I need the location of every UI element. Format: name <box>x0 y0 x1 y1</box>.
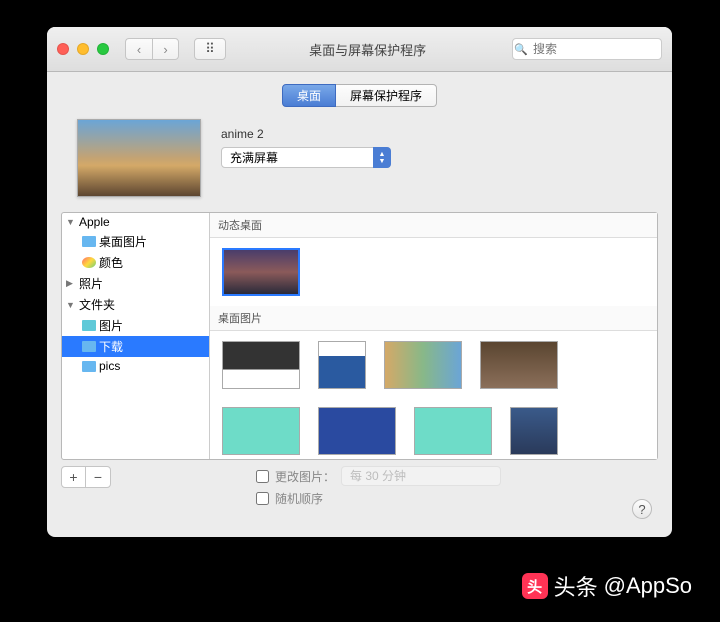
wallpaper-thumb[interactable] <box>414 407 492 455</box>
add-remove-group: + − <box>61 466 111 488</box>
search-input[interactable] <box>512 38 662 60</box>
remove-folder-button[interactable]: − <box>86 467 110 487</box>
section-desktop-header: 桌面图片 <box>210 306 657 331</box>
change-picture-label: 更改图片： <box>275 468 335 485</box>
sidebar-item-pictures[interactable]: 图片 <box>62 315 209 336</box>
traffic-lights <box>57 43 109 55</box>
wallpaper-thumb[interactable] <box>222 341 300 389</box>
folder-icon <box>82 361 96 372</box>
forward-button[interactable]: › <box>152 38 179 60</box>
tab-desktop[interactable]: 桌面 <box>282 84 336 107</box>
sidebar-item-apple[interactable]: ▼ Apple <box>62 213 209 231</box>
wallpaper-thumb[interactable] <box>222 407 300 455</box>
sidebar-item-downloads[interactable]: 下载 <box>62 336 209 357</box>
close-button[interactable] <box>57 43 69 55</box>
search-icon: 🔍 <box>509 43 528 56</box>
random-order-label: 随机顺序 <box>275 490 323 507</box>
sidebar-item-colors[interactable]: 颜色 <box>62 252 209 273</box>
minimize-button[interactable] <box>77 43 89 55</box>
random-order-checkbox[interactable] <box>256 492 269 505</box>
footer: + − 更改图片： 每 30 分钟 随机顺序 <box>61 460 658 517</box>
toutiao-logo-icon: 头 <box>522 573 548 599</box>
window-title: 桌面与屏幕保护程序 <box>234 40 501 59</box>
watermark-prefix: 头条 <box>554 570 598 602</box>
disclosure-triangle-icon: ▼ <box>66 217 76 227</box>
wallpaper-name: anime 2 <box>221 127 391 141</box>
wallpaper-thumb[interactable] <box>510 407 558 455</box>
change-picture-checkbox[interactable] <box>256 470 269 483</box>
preferences-window: ‹ › ⠿ 桌面与屏幕保护程序 🔍 桌面 屏幕保护程序 anime 2 充满屏幕… <box>47 27 672 537</box>
preview-area: anime 2 充满屏幕 ▲▼ <box>47 119 672 212</box>
disclosure-triangle-icon: ▼ <box>66 300 76 310</box>
content-area: ▼ Apple 桌面图片 颜色 ▶ 照片 ▼ 文件夹 图片 <box>61 212 658 460</box>
folder-icon <box>82 236 96 247</box>
folder-icon <box>82 341 96 352</box>
help-button[interactable]: ? <box>632 499 652 519</box>
show-all-button[interactable]: ⠿ <box>194 38 226 60</box>
sidebar-item-folders[interactable]: ▼ 文件夹 <box>62 294 209 315</box>
sidebar-item-pics[interactable]: pics <box>62 357 209 375</box>
wallpaper-thumb[interactable] <box>480 341 558 389</box>
sidebar-item-photos[interactable]: ▶ 照片 <box>62 273 209 294</box>
tab-segment: 桌面 屏幕保护程序 <box>47 72 672 119</box>
add-folder-button[interactable]: + <box>62 467 86 487</box>
color-wheel-icon <box>82 257 96 268</box>
back-button[interactable]: ‹ <box>125 38 152 60</box>
fill-mode-select[interactable]: 充满屏幕 <box>221 147 391 168</box>
tab-screensaver[interactable]: 屏幕保护程序 <box>336 84 437 107</box>
thumbnails-panel[interactable]: 动态桌面 桌面图片 <box>210 213 657 459</box>
nav-group: ‹ › <box>125 38 179 60</box>
titlebar: ‹ › ⠿ 桌面与屏幕保护程序 🔍 <box>47 27 672 72</box>
watermark: 头 头条 @AppSo <box>522 570 692 602</box>
interval-select: 每 30 分钟 <box>341 466 501 486</box>
search-wrap: 🔍 <box>509 38 662 60</box>
watermark-handle: @AppSo <box>604 573 692 599</box>
source-sidebar: ▼ Apple 桌面图片 颜色 ▶ 照片 ▼ 文件夹 图片 <box>62 213 210 459</box>
sidebar-item-desktop-pics[interactable]: 桌面图片 <box>62 231 209 252</box>
current-wallpaper-preview <box>77 119 201 197</box>
folder-icon <box>82 320 96 331</box>
wallpaper-thumb[interactable] <box>384 341 462 389</box>
wallpaper-thumb[interactable] <box>318 407 396 455</box>
wallpaper-thumb[interactable] <box>222 248 300 296</box>
disclosure-triangle-icon: ▶ <box>66 278 76 289</box>
wallpaper-thumb[interactable] <box>318 341 366 389</box>
zoom-button[interactable] <box>97 43 109 55</box>
section-dynamic-header: 动态桌面 <box>210 213 657 238</box>
